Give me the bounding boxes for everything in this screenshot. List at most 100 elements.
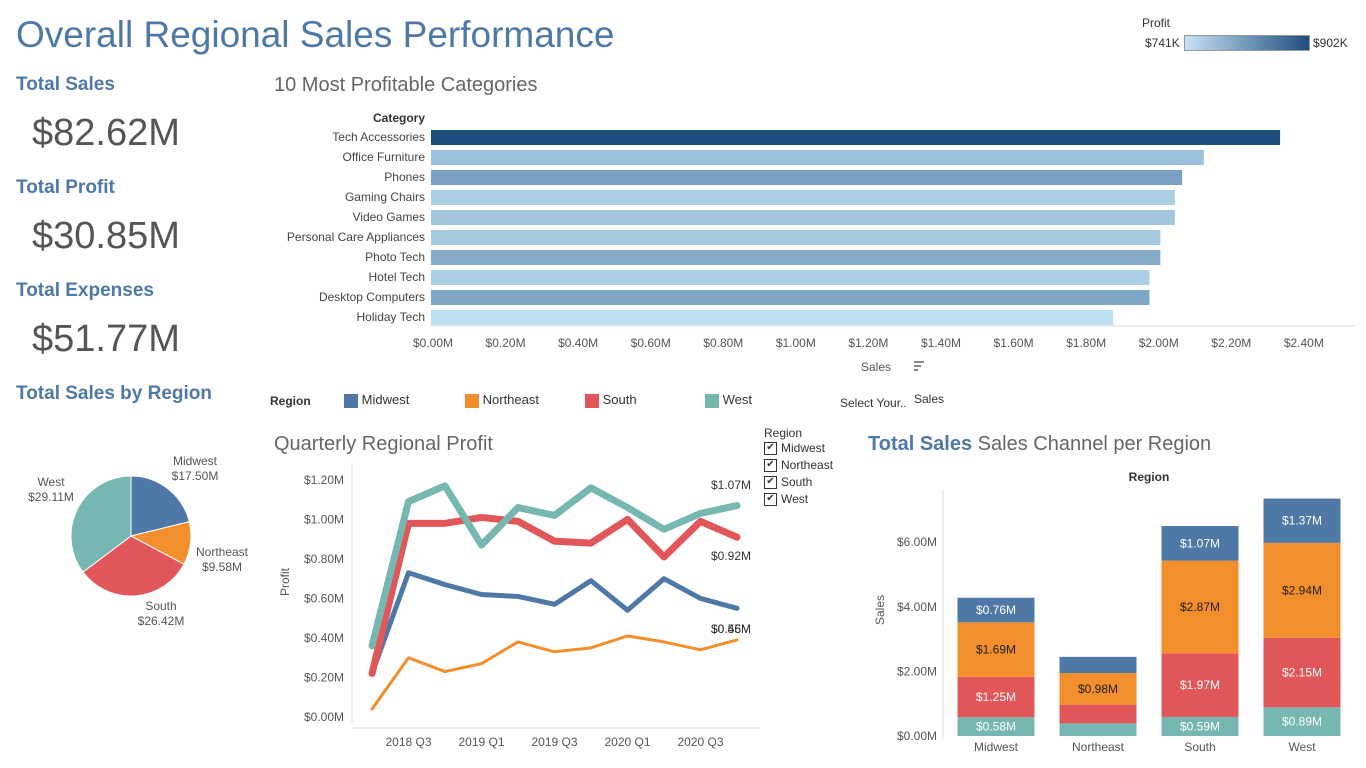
pie-value-label: $26.42M <box>138 614 185 628</box>
measure-selector-label: Select Your.. <box>840 396 907 410</box>
stacked-bar-value-label: $0.89M <box>1282 715 1322 729</box>
stacked-bar-value-label: $1.37M <box>1282 514 1322 528</box>
category-bar <box>431 250 1161 265</box>
x-tick-label: $0.80M <box>703 336 743 350</box>
x-tick-label: 2020 Q3 <box>677 735 723 749</box>
y-tick-label: $0.00M <box>304 710 344 724</box>
region-filter-item-west[interactable]: ✔ West <box>764 492 854 509</box>
measure-selector-value[interactable]: Sales <box>914 392 944 406</box>
legend-label-midwest: Midwest <box>361 392 410 407</box>
kpi-value-total-expenses: $51.77M <box>32 318 180 360</box>
sales-by-region-title: Total Sales by Region <box>16 383 213 404</box>
y-tick-label: $0.60M <box>304 591 344 605</box>
legend-item-midwest[interactable]: Midwest <box>344 392 409 408</box>
x-tick-label: $2.40M <box>1284 336 1324 350</box>
category-label: Gaming Chairs <box>345 190 425 204</box>
stacked-bar-value-label: $0.58M <box>976 720 1016 734</box>
x-tick-label: $1.20M <box>848 336 888 350</box>
x-tick-label: $0.20M <box>486 336 526 350</box>
legend-item-south[interactable]: South <box>585 392 637 408</box>
line-end-label: $1.07M <box>711 478 751 492</box>
category-label: Personal Care Appliances <box>287 230 425 244</box>
kpi-label-total-profit: Total Profit <box>16 177 115 198</box>
x-tick-label: $1.80M <box>1066 336 1106 350</box>
sort-icon <box>914 361 924 371</box>
profit-legend-max: $902K <box>1313 36 1348 50</box>
category-bar <box>431 270 1150 285</box>
x-tick-label: $0.00M <box>413 336 453 350</box>
legend-swatch-south <box>585 393 599 408</box>
line-series-south <box>368 513 741 678</box>
stacked-bar-segment <box>1059 704 1137 724</box>
sales-channel-stacked-bar-chart: Region $0.00M $2.00M $4.00M $6.00M Sales $0.58… <box>873 470 1341 754</box>
x-axis-title: Sales <box>861 360 891 374</box>
region-legend: Region Midwest Northeast South West <box>270 392 830 410</box>
y-tick-label: $0.00M <box>897 729 937 743</box>
x-tick-label: 2019 Q1 <box>458 735 504 749</box>
legend-label-northeast: Northeast <box>482 392 539 407</box>
top-categories-title: 10 Most Profitable Categories <box>274 74 538 96</box>
x-tick-label: $0.40M <box>558 336 598 350</box>
kpi-label-total-sales: Total Sales <box>16 74 115 95</box>
y-tick-label: $0.40M <box>304 631 344 645</box>
legend-label-south: South <box>602 392 637 407</box>
kpi-value-total-sales: $82.62M <box>32 112 180 154</box>
region-legend-label: Region <box>270 394 311 408</box>
stacked-bar-value-label: $2.15M <box>1282 666 1322 680</box>
x-axis-title: Region <box>1129 470 1170 484</box>
y-axis-title: Sales <box>873 595 887 625</box>
category-label: Midwest <box>974 740 1019 754</box>
stacked-bar-segment <box>1059 723 1137 736</box>
legend-swatch-midwest <box>344 393 358 408</box>
filter-label-midwest: Midwest <box>781 441 826 455</box>
pie-value-label: $17.50M <box>172 469 219 483</box>
line-series-west <box>368 482 741 650</box>
region-filter-item-midwest[interactable]: ✔ Midwest <box>764 441 854 458</box>
category-label: Holiday Tech <box>357 310 425 324</box>
region-filter-item-northeast[interactable]: ✔ Northeast <box>764 458 854 475</box>
y-axis-title: Profit <box>278 567 292 596</box>
x-tick-label: 2018 Q3 <box>385 735 431 749</box>
category-label: Tech Accessories <box>332 130 425 144</box>
region-filter: Region ✔ Midwest ✔ Northeast ✔ South ✔ West <box>764 426 854 509</box>
line-end-label: $0.92M <box>711 549 751 563</box>
sales-by-region-pie-chart: Midwest$17.50M Northeast$9.58M South$26.42… <box>28 454 249 628</box>
line-series-midwest <box>369 570 740 677</box>
category-bar <box>431 130 1281 145</box>
region-filter-label: Region <box>764 426 803 440</box>
filter-label-south: South <box>781 475 813 489</box>
category-bar <box>431 210 1175 225</box>
category-label: Office Furniture <box>343 150 426 164</box>
checkbox-icon[interactable]: ✔ <box>764 442 777 456</box>
region-filter-item-south[interactable]: ✔ South <box>764 475 854 492</box>
quarterly-profit-line-chart: $0.00M $0.20M $0.40M $0.60M $0.80M $1.00M $1.2… <box>278 463 760 749</box>
stacked-bar-value-label: $1.97M <box>1180 678 1220 692</box>
top-categories-bar-chart: Category Tech Accessories Office Furniture… <box>287 111 1356 374</box>
legend-swatch-northeast <box>465 393 479 408</box>
stacked-bar-value-label: $0.98M <box>1078 682 1118 696</box>
category-bar <box>431 230 1161 245</box>
legend-item-west[interactable]: West <box>705 392 752 408</box>
category-bar <box>431 310 1114 325</box>
legend-item-northeast[interactable]: Northeast <box>465 392 539 408</box>
x-tick-label: 2019 Q3 <box>531 735 577 749</box>
pie-label: West <box>37 475 65 489</box>
stacked-bar-value-label: $1.25M <box>976 690 1016 704</box>
stacked-bar-value-label: $2.87M <box>1180 600 1220 614</box>
line-end-label: $0.55M <box>711 622 751 636</box>
page-title: Overall Regional Sales Performance <box>16 14 615 55</box>
y-tick-label: $0.80M <box>304 552 344 566</box>
category-label: Hotel Tech <box>369 270 425 284</box>
sales-channel-title-bold: Total Sales <box>868 433 973 455</box>
category-label: Northeast <box>1072 740 1125 754</box>
category-bar <box>431 150 1204 165</box>
profit-legend-label: Profit <box>1142 16 1171 30</box>
quarterly-profit-title: Quarterly Regional Profit <box>274 433 493 455</box>
y-tick-label: $1.00M <box>304 512 344 526</box>
x-tick-label: $2.00M <box>1139 336 1179 350</box>
stacked-bar-value-label: $0.59M <box>1180 719 1220 733</box>
y-tick-label: $0.20M <box>304 670 344 684</box>
category-bar <box>431 290 1150 305</box>
stacked-bar-segment <box>1059 656 1137 674</box>
pie-value-label: $9.58M <box>202 560 242 574</box>
